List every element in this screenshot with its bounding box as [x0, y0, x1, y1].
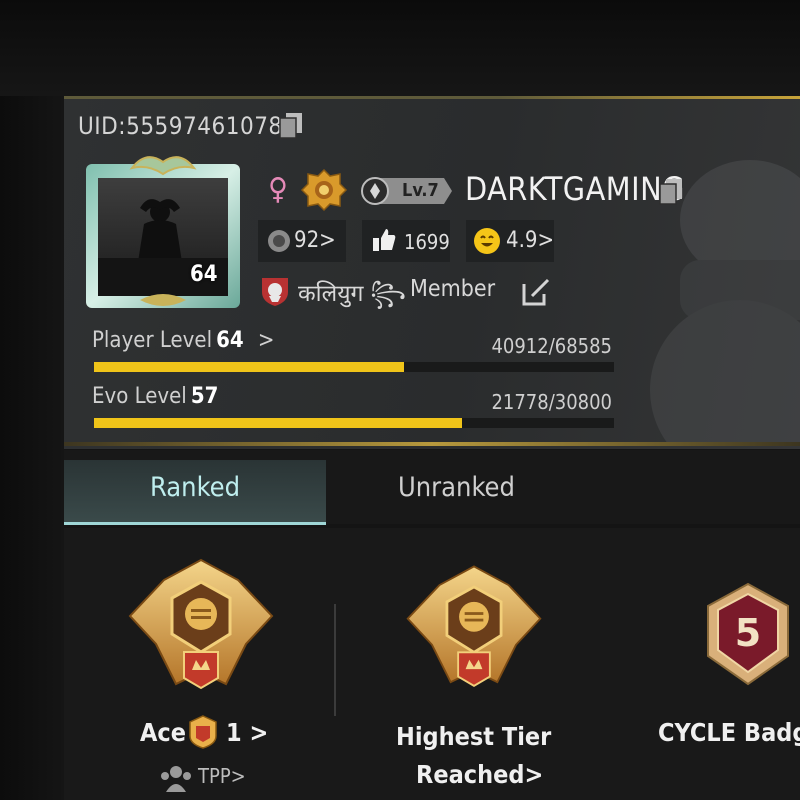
account-level-text: Lv.7	[402, 180, 439, 201]
evo-level-bar-fill	[94, 418, 462, 428]
avatar-level: 64	[190, 262, 218, 287]
highest-tier-label-line2[interactable]: Reached>	[416, 760, 543, 789]
tab-ranked-label[interactable]: Ranked	[150, 472, 240, 503]
edit-icon[interactable]	[520, 276, 552, 308]
rating-value: 4.9>	[506, 228, 555, 253]
player-uid: UID:55597461078	[78, 112, 283, 140]
copy-uid-icon[interactable]	[276, 110, 306, 140]
player-level-label[interactable]: Player Level 64 >	[92, 328, 275, 353]
copy-name-icon[interactable]	[656, 176, 686, 206]
ace-mini-icon	[189, 715, 217, 749]
evo-level-bar	[94, 418, 614, 428]
left-background	[0, 96, 64, 800]
smiley-icon	[474, 228, 500, 254]
rank-badge-icon[interactable]	[300, 168, 348, 212]
mode-label[interactable]: TPP>	[198, 764, 246, 788]
player-level-bar-fill	[94, 362, 405, 372]
ace-emblem-icon[interactable]	[126, 556, 276, 696]
cycle-badge-icon[interactable]: 5	[704, 582, 792, 686]
card-gold-trim-top	[500, 96, 800, 99]
player-level-value: 64	[216, 328, 244, 353]
evo-level-label: Evo Level 57	[92, 384, 219, 409]
tab-unranked[interactable]: Unranked	[398, 472, 515, 503]
current-tier-name: Ace	[140, 718, 186, 747]
evo-level-progress: 21778/30800	[491, 390, 612, 414]
squad-icon	[161, 766, 191, 792]
avatar[interactable]	[82, 150, 244, 312]
top-background	[0, 0, 800, 96]
highest-tier-emblem-icon[interactable]	[404, 562, 544, 694]
clan-role: Member	[410, 276, 496, 302]
current-tier-number[interactable]: 1 >	[226, 718, 268, 747]
highest-tier-label-line1[interactable]: Highest Tier	[396, 722, 551, 751]
thumbs-up-icon	[373, 229, 396, 251]
panel-divider	[334, 604, 336, 716]
evo-level-value: 57	[190, 384, 219, 409]
popularity-icon	[268, 230, 290, 252]
player-name: DARKTGAMING	[465, 170, 685, 208]
clan-name[interactable]: कलियुग ꧂	[298, 276, 406, 323]
popularity-value: 92>	[294, 228, 336, 253]
player-level-arrow: >	[257, 328, 275, 353]
clan-emblem-icon[interactable]	[258, 274, 292, 308]
cycle-number: 5	[735, 611, 761, 655]
cycle-badge-label[interactable]: CYCLE Badg	[658, 718, 800, 747]
card-gold-trim	[64, 442, 800, 446]
player-level-progress: 40912/68585	[491, 334, 612, 358]
player-level-bar	[94, 362, 614, 372]
likes-value: 1699	[404, 230, 450, 254]
female-icon: ♀	[268, 172, 288, 207]
